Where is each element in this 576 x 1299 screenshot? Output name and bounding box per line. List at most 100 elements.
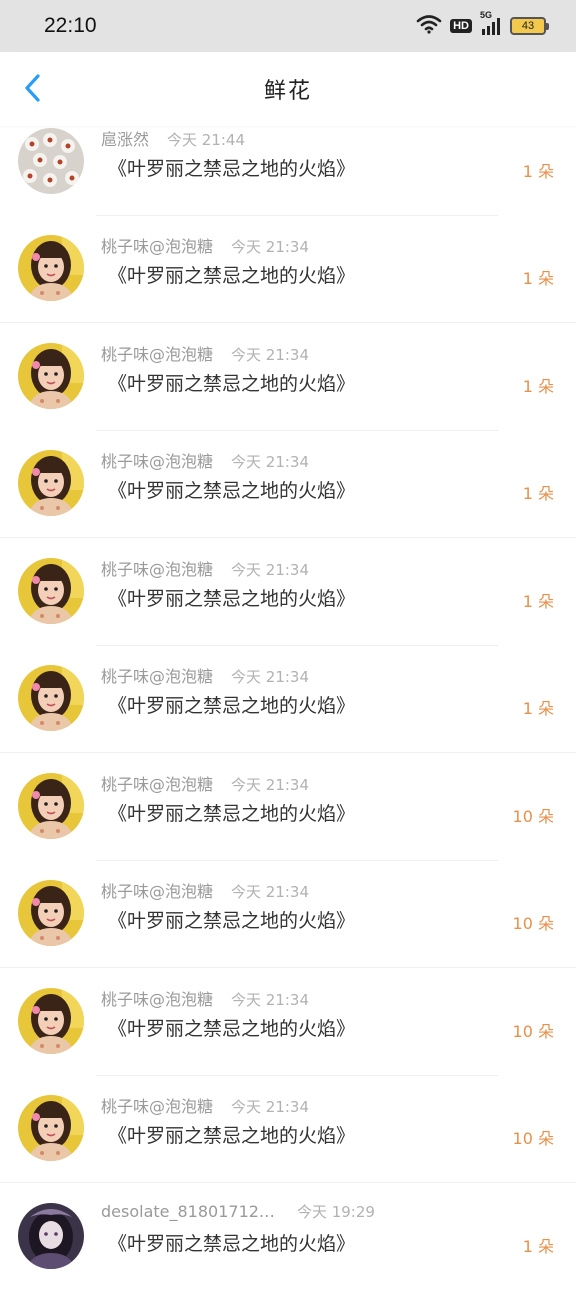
- flower-count: 10 朵: [512, 914, 554, 933]
- book-title[interactable]: 《叶罗丽之禁忌之地的火焰》: [108, 154, 355, 181]
- back-button[interactable]: [14, 70, 50, 110]
- flower-count: 1 朵: [522, 269, 554, 288]
- book-title[interactable]: 《叶罗丽之禁忌之地的火焰》: [108, 1229, 355, 1256]
- user-name[interactable]: 桃子味@泡泡糖: [101, 771, 213, 795]
- list-item[interactable]: 桃子味@泡泡糖 今天 21:34 《叶罗丽之禁忌之地的火焰》 1 朵: [0, 546, 576, 654]
- name-line: 桃子味@泡泡糖 今天 21:34: [101, 878, 309, 902]
- avatar[interactable]: [18, 773, 84, 839]
- record-time: 今天 21:44: [167, 131, 246, 149]
- user-name[interactable]: 桃子味@泡泡糖: [101, 233, 213, 257]
- user-name[interactable]: 桃子味@泡泡糖: [101, 663, 213, 687]
- list-item[interactable]: desolate_81801712… 今天 19:29 《叶罗丽之禁忌之地的火焰》 1…: [0, 1191, 576, 1299]
- record-time: 今天 21:34: [231, 991, 310, 1009]
- row-divider: [0, 1182, 576, 1183]
- user-name[interactable]: 桃子味@泡泡糖: [101, 1093, 213, 1117]
- name-line: 桃子味@泡泡糖 今天 21:34: [101, 556, 309, 580]
- list-item[interactable]: 桃子味@泡泡糖 今天 21:34 《叶罗丽之禁忌之地的火焰》 1 朵: [0, 223, 576, 331]
- signal-icon: 5G: [480, 10, 502, 36]
- name-line: 桃子味@泡泡糖 今天 21:34: [101, 663, 309, 687]
- avatar[interactable]: [18, 343, 84, 409]
- record-time: 今天 21:34: [231, 453, 310, 471]
- status-icons: HD 5G 43: [416, 10, 549, 38]
- record-time: 今天 21:34: [231, 238, 310, 256]
- record-time: 今天 21:34: [231, 561, 310, 579]
- user-name[interactable]: desolate_81801712…: [101, 1202, 275, 1221]
- list-item[interactable]: 扈涨然 今天 21:44 《叶罗丽之禁忌之地的火焰》 1 朵: [0, 116, 576, 224]
- book-title[interactable]: 《叶罗丽之禁忌之地的火焰》: [108, 691, 355, 718]
- book-title[interactable]: 《叶罗丽之禁忌之地的火焰》: [108, 584, 355, 611]
- header: 鲜花: [0, 52, 576, 126]
- avatar[interactable]: [18, 235, 84, 301]
- row-divider: [96, 860, 498, 861]
- flower-count: 1 朵: [522, 699, 554, 718]
- flower-count: 1 朵: [522, 592, 554, 611]
- book-title[interactable]: 《叶罗丽之禁忌之地的火焰》: [108, 476, 355, 503]
- row-divider: [96, 645, 498, 646]
- book-title[interactable]: 《叶罗丽之禁忌之地的火焰》: [108, 1014, 355, 1041]
- avatar[interactable]: [18, 880, 84, 946]
- name-line: 扈涨然 今天 21:44: [101, 126, 245, 150]
- user-name[interactable]: 桃子味@泡泡糖: [101, 556, 213, 580]
- page-title: 鲜花: [263, 79, 312, 104]
- record-time: 今天 21:34: [231, 346, 310, 364]
- avatar[interactable]: [18, 558, 84, 624]
- name-line: 桃子味@泡泡糖 今天 21:34: [101, 771, 309, 795]
- status-time: 22:10: [44, 14, 97, 37]
- chevron-left-icon: [23, 73, 41, 107]
- status-bar: 22:10 HD 5G 43: [0, 0, 576, 52]
- wifi-icon: [416, 14, 442, 38]
- record-time: 今天 21:34: [231, 883, 310, 901]
- row-divider: [96, 215, 498, 216]
- list-item[interactable]: 桃子味@泡泡糖 今天 21:34 《叶罗丽之禁忌之地的火焰》 1 朵: [0, 653, 576, 761]
- book-title[interactable]: 《叶罗丽之禁忌之地的火焰》: [108, 906, 355, 933]
- user-name[interactable]: 桃子味@泡泡糖: [101, 986, 213, 1010]
- name-line: 桃子味@泡泡糖 今天 21:34: [101, 341, 309, 365]
- row-divider: [0, 537, 576, 538]
- record-time: 今天 21:34: [231, 776, 310, 794]
- flower-count: 10 朵: [512, 1129, 554, 1148]
- book-title[interactable]: 《叶罗丽之禁忌之地的火焰》: [108, 369, 355, 396]
- record-time: 今天 19:29: [296, 1203, 375, 1221]
- book-title[interactable]: 《叶罗丽之禁忌之地的火焰》: [108, 799, 355, 826]
- user-name[interactable]: 桃子味@泡泡糖: [101, 341, 213, 365]
- name-line: 桃子味@泡泡糖 今天 21:34: [101, 986, 309, 1010]
- row-divider: [0, 752, 576, 753]
- name-line: 桃子味@泡泡糖 今天 21:34: [101, 448, 309, 472]
- flower-count: 10 朵: [512, 807, 554, 826]
- book-title[interactable]: 《叶罗丽之禁忌之地的火焰》: [108, 261, 355, 288]
- flower-count: 1 朵: [522, 484, 554, 503]
- list-item[interactable]: 桃子味@泡泡糖 今天 21:34 《叶罗丽之禁忌之地的火焰》 10 朵: [0, 1083, 576, 1191]
- list-item[interactable]: 桃子味@泡泡糖 今天 21:34 《叶罗丽之禁忌之地的火焰》 10 朵: [0, 976, 576, 1084]
- record-time: 今天 21:34: [231, 668, 310, 686]
- name-line: 桃子味@泡泡糖 今天 21:34: [101, 1093, 309, 1117]
- battery-level: 43: [521, 20, 535, 32]
- avatar[interactable]: [18, 665, 84, 731]
- hd-badge: HD: [450, 19, 472, 33]
- user-name[interactable]: 桃子味@泡泡糖: [101, 878, 213, 902]
- flower-count: 1 朵: [522, 162, 554, 181]
- user-name[interactable]: 扈涨然: [101, 126, 149, 150]
- avatar[interactable]: [18, 1203, 84, 1269]
- record-time: 今天 21:34: [231, 1098, 310, 1116]
- row-divider: [96, 430, 498, 431]
- name-line: 桃子味@泡泡糖 今天 21:34: [101, 233, 309, 257]
- flower-count: 10 朵: [512, 1022, 554, 1041]
- book-title[interactable]: 《叶罗丽之禁忌之地的火焰》: [108, 1121, 355, 1148]
- flower-count: 1 朵: [522, 377, 554, 396]
- list-item[interactable]: 桃子味@泡泡糖 今天 21:34 《叶罗丽之禁忌之地的火焰》 10 朵: [0, 761, 576, 869]
- list-item[interactable]: 桃子味@泡泡糖 今天 21:34 《叶罗丽之禁忌之地的火焰》 1 朵: [0, 438, 576, 546]
- list-item[interactable]: 桃子味@泡泡糖 今天 21:34 《叶罗丽之禁忌之地的火焰》 10 朵: [0, 868, 576, 976]
- row-divider: [0, 322, 576, 323]
- network-label: 5G: [480, 10, 493, 20]
- avatar[interactable]: [18, 450, 84, 516]
- list-item[interactable]: 桃子味@泡泡糖 今天 21:34 《叶罗丽之禁忌之地的火焰》 1 朵: [0, 331, 576, 439]
- battery-icon: 43: [510, 17, 549, 35]
- avatar[interactable]: [18, 128, 84, 194]
- avatar[interactable]: [18, 1095, 84, 1161]
- row-divider: [96, 1075, 498, 1076]
- name-line: desolate_81801712… 今天 19:29: [101, 1201, 375, 1222]
- user-name[interactable]: 桃子味@泡泡糖: [101, 448, 213, 472]
- flower-count: 1 朵: [522, 1237, 554, 1256]
- row-divider: [0, 967, 576, 968]
- avatar[interactable]: [18, 988, 84, 1054]
